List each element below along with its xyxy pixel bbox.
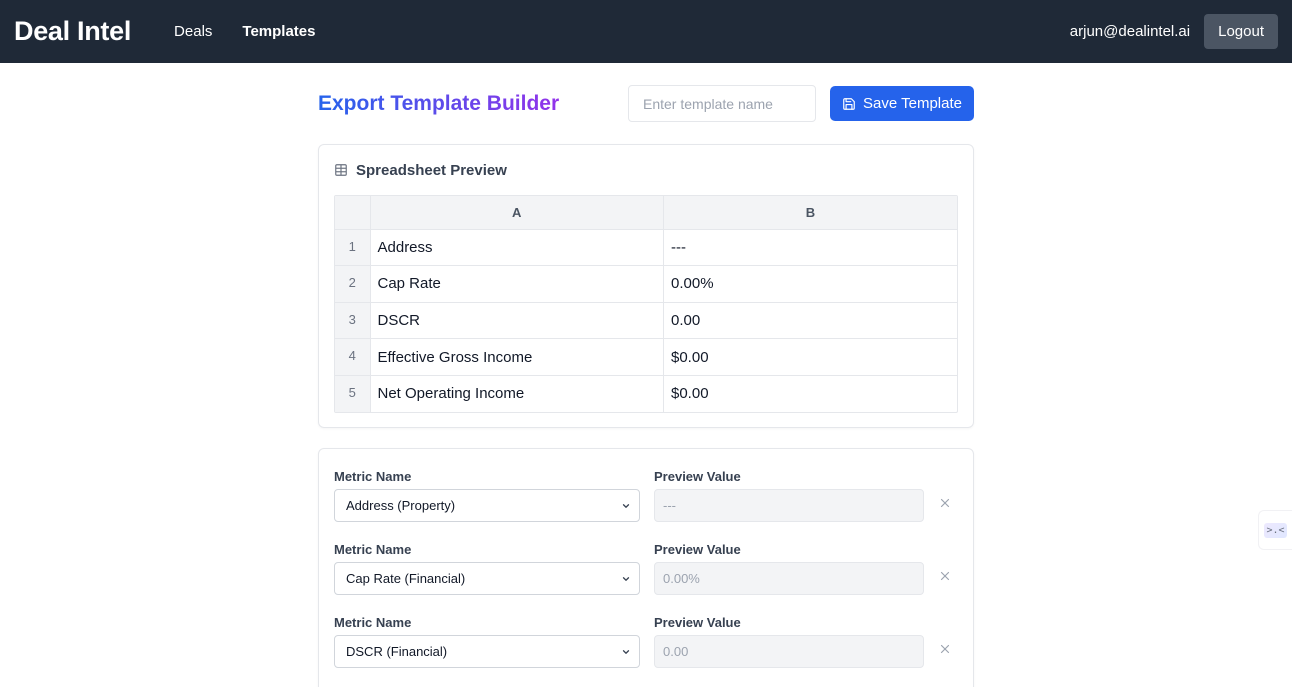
row-number: 2 — [335, 265, 371, 303]
preview-value-label: Preview Value — [654, 542, 741, 557]
user-email: arjun@dealintel.ai — [1069, 23, 1191, 40]
chevron-down-icon — [622, 504, 630, 508]
spreadsheet-preview-header: Spreadsheet Preview — [334, 145, 958, 195]
template-name-input[interactable] — [628, 85, 816, 122]
row-number: 4 — [335, 338, 371, 376]
cell-a: Address — [370, 229, 664, 267]
logout-button[interactable]: Logout — [1204, 14, 1278, 49]
cell-b: 0.00 — [663, 302, 957, 340]
close-icon[interactable] — [938, 496, 952, 510]
preview-value-text: --- — [663, 498, 676, 513]
metric-name-label: Metric Name — [334, 469, 412, 484]
nav-link-templates[interactable]: Templates — [242, 23, 315, 40]
nav-link-deals[interactable]: Deals — [174, 23, 212, 40]
preview-value-field: 0.00 — [654, 635, 924, 668]
table-row: 4 Effective Gross Income $0.00 — [335, 338, 957, 376]
cell-b: --- — [663, 229, 957, 267]
cell-a: Cap Rate — [370, 265, 664, 303]
table-row: 5 Net Operating Income $0.00 — [335, 375, 957, 412]
row-number: 3 — [335, 302, 371, 340]
spreadsheet-preview-title: Spreadsheet Preview — [356, 161, 507, 179]
close-icon[interactable] — [938, 569, 952, 583]
cell-b: $0.00 — [671, 385, 709, 403]
save-template-button[interactable]: Save Template — [830, 86, 974, 121]
chevron-down-icon — [622, 650, 630, 654]
column-header-row: A B — [335, 196, 957, 230]
cell-a: DSCR — [370, 302, 664, 340]
column-header-b: B — [663, 196, 957, 230]
cell-a: Net Operating Income — [370, 375, 664, 412]
preview-value-text: 0.00% — [663, 571, 700, 586]
builder-header: Export Template Builder Save Template — [318, 63, 974, 144]
metric-name-label: Metric Name — [334, 542, 412, 557]
main-nav: Deals Templates — [174, 23, 345, 40]
cell-b: 0.00% — [663, 265, 957, 303]
table-icon — [335, 164, 347, 176]
metric-name-label: Metric Name — [334, 615, 412, 630]
metric-select-value: DSCR (Financial) — [346, 644, 448, 659]
spreadsheet-preview-card: Spreadsheet Preview A B 1 Address --- 2 … — [318, 144, 974, 428]
chevron-down-icon — [622, 577, 630, 581]
assistant-widget-icon: >.< — [1264, 522, 1287, 538]
cell-a: Effective Gross Income — [370, 338, 664, 376]
metric-select-value: Cap Rate (Financial) — [346, 571, 466, 586]
spreadsheet-grid: A B 1 Address --- 2 Cap Rate 0.00% 3 DSC… — [334, 195, 958, 413]
metric-row: Metric Name Preview Value Cap Rate (Fina… — [334, 542, 960, 602]
save-icon — [843, 97, 855, 110]
corner-cell — [335, 196, 371, 230]
close-icon[interactable] — [938, 642, 952, 656]
preview-value-label: Preview Value — [654, 469, 741, 484]
preview-value-field: --- — [654, 489, 924, 522]
table-row: 1 Address --- — [335, 229, 957, 267]
cell-b: $0.00 — [663, 338, 957, 376]
metric-select[interactable]: Address (Property) — [334, 489, 640, 522]
metric-row: Metric Name Preview Value Address (Prope… — [334, 469, 960, 529]
table-row: 2 Cap Rate 0.00% — [335, 265, 957, 303]
row-number: 1 — [335, 229, 371, 267]
metric-select[interactable]: DSCR (Financial) — [334, 635, 640, 668]
preview-value-field: 0.00% — [654, 562, 924, 595]
floating-assistant-widget[interactable]: >.< — [1258, 510, 1292, 550]
metric-select[interactable]: Cap Rate (Financial) — [334, 562, 640, 595]
brand-logo[interactable]: Deal Intel — [14, 16, 131, 47]
preview-value-text: 0.00 — [663, 644, 689, 659]
metric-row: Metric Name Preview Value DSCR (Financia… — [334, 615, 960, 675]
top-nav-bar: Deal Intel Deals Templates arjun@dealint… — [0, 0, 1292, 63]
column-header-a: A — [370, 196, 664, 230]
table-row: 3 DSCR 0.00 — [335, 302, 957, 340]
save-template-label: Save Template — [863, 95, 962, 112]
page-title: Export Template Builder — [318, 91, 560, 115]
metric-select-value: Address (Property) — [346, 498, 456, 513]
template-builder: Export Template Builder Save Template Sp… — [318, 63, 974, 687]
row-number: 5 — [335, 375, 371, 412]
metrics-editor-card: Metric Name Preview Value Address (Prope… — [318, 448, 974, 687]
preview-value-label: Preview Value — [654, 615, 741, 630]
